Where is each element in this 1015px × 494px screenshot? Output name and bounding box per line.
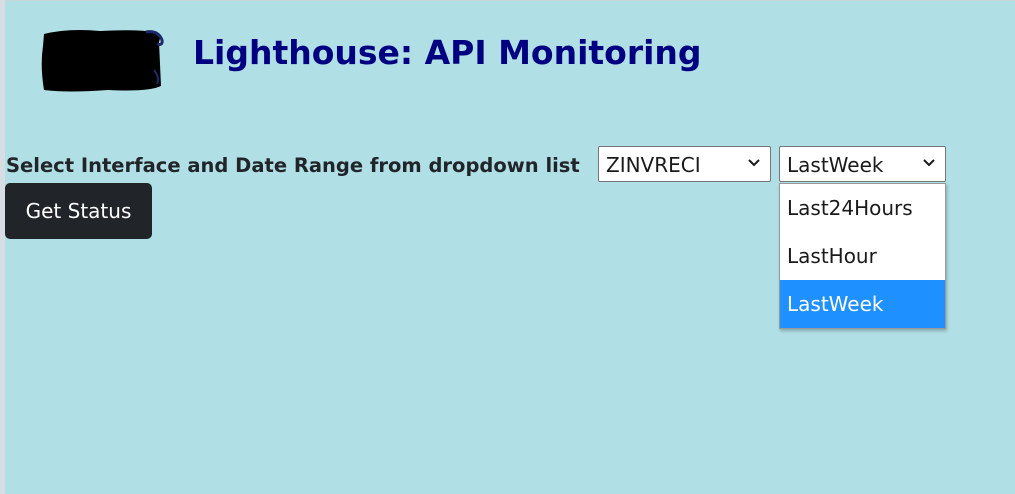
date-range-dropdown-list: Last24Hours LastHour LastWeek — [779, 183, 946, 329]
window-left-edge — [0, 0, 5, 494]
page-title: Lighthouse: API Monitoring — [193, 33, 702, 72]
logo — [38, 26, 164, 96]
chevron-down-icon — [923, 159, 935, 167]
interface-select[interactable]: ZINVRECI — [598, 146, 771, 182]
get-status-button[interactable]: Get Status — [5, 183, 152, 239]
dropdown-option-lastweek[interactable]: LastWeek — [780, 280, 945, 328]
top-border — [0, 0, 1015, 1]
dropdown-option-last24hours[interactable]: Last24Hours — [780, 184, 945, 232]
date-range-select-value: LastWeek — [787, 153, 884, 177]
chevron-down-icon — [748, 159, 760, 167]
redacted-logo-icon — [41, 30, 164, 92]
date-range-select[interactable]: LastWeek — [779, 146, 946, 182]
select-prompt-label: Select Interface and Date Range from dro… — [6, 154, 580, 177]
interface-select-value: ZINVRECI — [606, 153, 701, 177]
dropdown-option-lasthour[interactable]: LastHour — [780, 232, 945, 280]
